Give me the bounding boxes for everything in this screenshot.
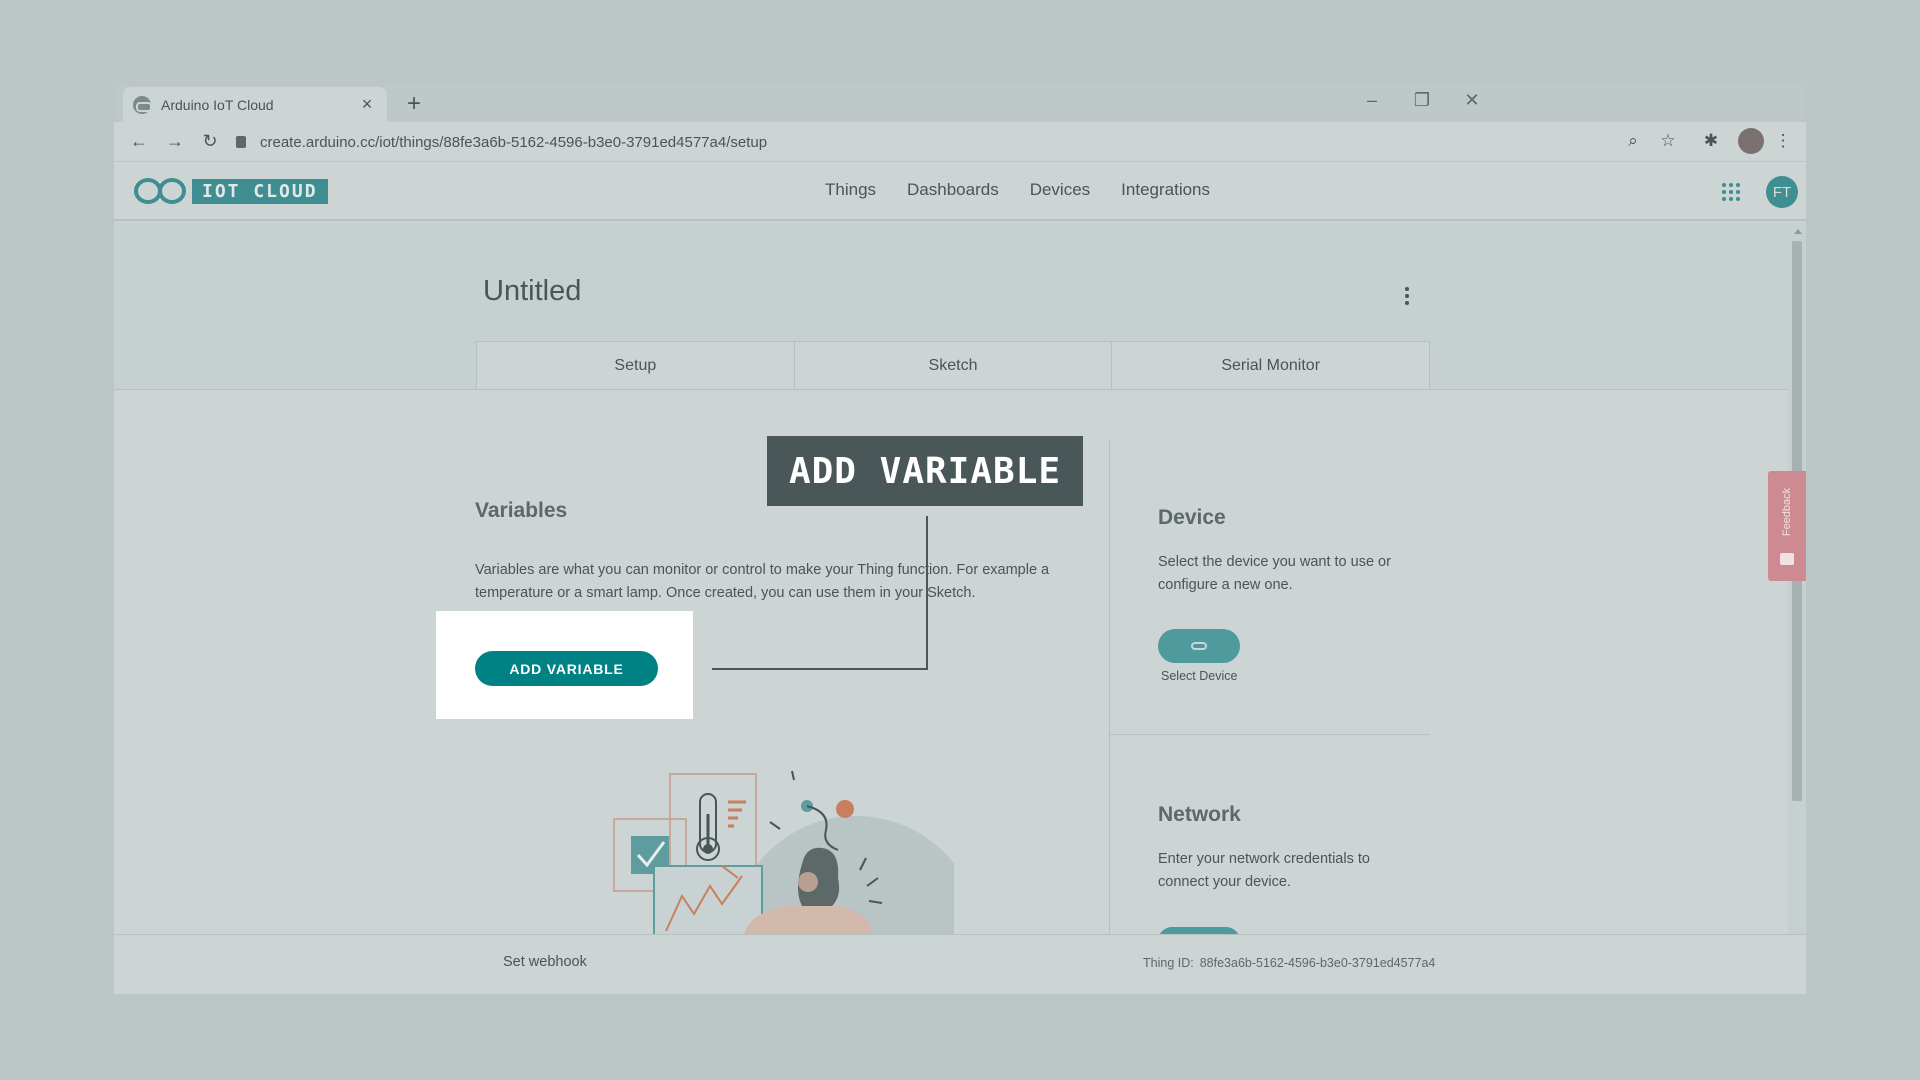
logo-text: IOT CLOUD [192, 178, 328, 204]
apps-grid-icon[interactable] [1722, 183, 1740, 201]
iot-cloud-logo[interactable]: IOT CLOUD [134, 178, 328, 204]
lock-icon [236, 136, 246, 148]
address-toolbar: ← → ↻ create.arduino.cc/iot/things/88fe3… [114, 122, 1806, 162]
thing-id-value: 88fe3a6b-5162-4596-b3e0-3791ed4577a4 [1199, 956, 1436, 970]
thing-id-label: Thing ID: [1143, 956, 1194, 970]
restore-icon[interactable]: ❐ [1410, 90, 1434, 111]
column-divider [1109, 439, 1110, 934]
device-description: Select the device you want to use or con… [1158, 554, 1391, 593]
select-device-caption: Select Device [1161, 669, 1238, 683]
footer: Set webhook Thing ID: 88fe3a6b-5162-4596-… [114, 934, 1806, 994]
user-avatar[interactable]: FT [1766, 176, 1798, 208]
callout-line-horizontal [712, 668, 928, 670]
device-title: Device [1158, 506, 1226, 529]
feedback-label: Feedback [1781, 487, 1793, 537]
select-device-button[interactable] [1158, 629, 1240, 663]
variables-illustration [613, 770, 954, 934]
set-webhook-link[interactable]: Set webhook [503, 954, 587, 970]
browser-menu-icon[interactable]: ⋮ [1772, 131, 1794, 151]
new-tab-icon[interactable]: + [400, 90, 428, 118]
add-variable-callout: ADD VARIABLE [767, 436, 1083, 506]
network-title: Network [1158, 803, 1241, 826]
browser-window: Arduino IoT Cloud × + – ❐ ✕ ← → ↻ create… [114, 86, 1806, 994]
tab-divider [114, 389, 1788, 390]
tab-setup[interactable]: Setup [477, 342, 795, 389]
thing-title[interactable]: Untitled [483, 275, 581, 308]
main-nav: Things Dashboards Devices Integrations [825, 180, 1210, 200]
browser-tab[interactable]: Arduino IoT Cloud × [123, 87, 387, 122]
url-text[interactable]: create.arduino.cc/iot/things/88fe3a6b-51… [260, 134, 767, 151]
extensions-icon[interactable]: ✱ [1700, 131, 1722, 151]
main-content: Untitled Setup Sketch Serial Monitor Var… [114, 223, 1788, 941]
app-header: IOT CLOUD Things Dashboards Devices Inte… [114, 163, 1806, 221]
nav-devices[interactable]: Devices [1030, 180, 1090, 200]
tab-sketch[interactable]: Sketch [795, 342, 1113, 389]
nav-integrations[interactable]: Integrations [1121, 180, 1210, 200]
forward-icon[interactable]: → [164, 131, 186, 152]
address-bar[interactable]: create.arduino.cc/iot/things/88fe3a6b-51… [236, 126, 1736, 158]
tab-strip: Arduino IoT Cloud × + – ❐ ✕ [114, 86, 1806, 122]
nav-dashboards[interactable]: Dashboards [907, 180, 999, 200]
zoom-icon[interactable]: ⌕ [1622, 131, 1644, 151]
minimize-icon[interactable]: – [1360, 90, 1384, 111]
feedback-tab[interactable]: Feedback [1768, 471, 1806, 581]
feedback-icon [1780, 553, 1794, 565]
arduino-favicon-icon [133, 95, 152, 114]
reload-icon[interactable]: ↻ [199, 131, 221, 152]
more-options-icon[interactable] [1404, 287, 1410, 305]
network-description: Enter your network credentials to connec… [1158, 851, 1370, 890]
window-close-icon[interactable]: ✕ [1460, 90, 1484, 111]
tab-title: Arduino IoT Cloud [161, 96, 274, 113]
thing-tabs: Setup Sketch Serial Monitor [476, 341, 1430, 390]
thing-id: Thing ID: 88fe3a6b-5162-4596-b3e0-3791ed4… [1143, 956, 1435, 970]
variables-description: Variables are what you can monitor or co… [475, 562, 1050, 601]
link-icon [1191, 642, 1207, 650]
variables-title: Variables [475, 499, 568, 522]
feedback-label-wrap: Feedback [1770, 479, 1804, 545]
add-variable-button[interactable]: ADD VARIABLE [475, 651, 658, 686]
nav-things[interactable]: Things [825, 180, 876, 200]
arduino-logo-icon [134, 178, 186, 204]
tab-close-icon[interactable]: × [357, 94, 377, 115]
back-icon[interactable]: ← [128, 131, 150, 152]
section-divider [1110, 734, 1430, 735]
tab-serial-monitor[interactable]: Serial Monitor [1112, 342, 1429, 389]
callout-line-vertical [926, 516, 928, 670]
profile-avatar[interactable] [1738, 128, 1764, 154]
scroll-up-icon[interactable] [1794, 229, 1802, 234]
bookmark-star-icon[interactable]: ☆ [1657, 131, 1679, 151]
